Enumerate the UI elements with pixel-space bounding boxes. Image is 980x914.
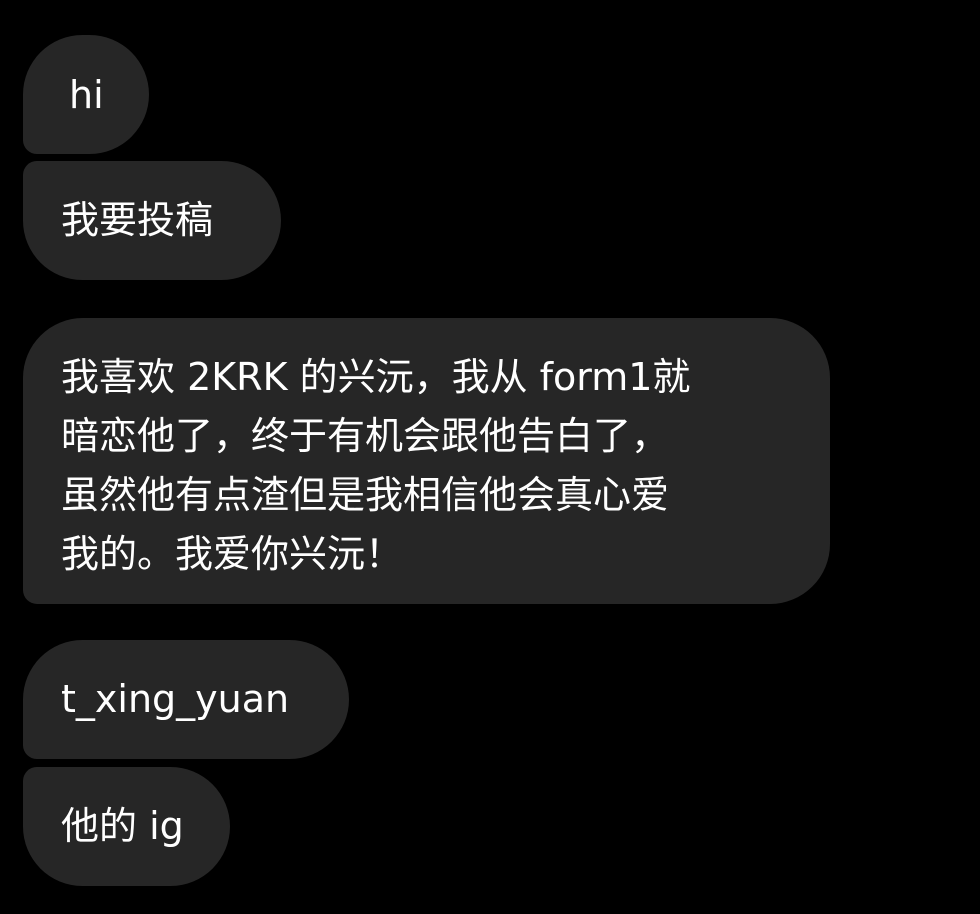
message-bubble[interactable]: 我喜欢 2KRK 的兴沅，我从 form1就 暗恋他了，终于有机会跟他告白了， … [23,318,830,604]
message-bubble[interactable]: 我要投稿 [23,161,281,280]
message-bubble[interactable]: 他的 ig [23,767,230,886]
message-bubble[interactable]: hi [23,35,149,154]
message-bubble[interactable]: t_xing_yuan [23,640,349,759]
message-thread: hi 我要投稿 我喜欢 2KRK 的兴沅，我从 form1就 暗恋他了，终于有机… [0,0,980,914]
